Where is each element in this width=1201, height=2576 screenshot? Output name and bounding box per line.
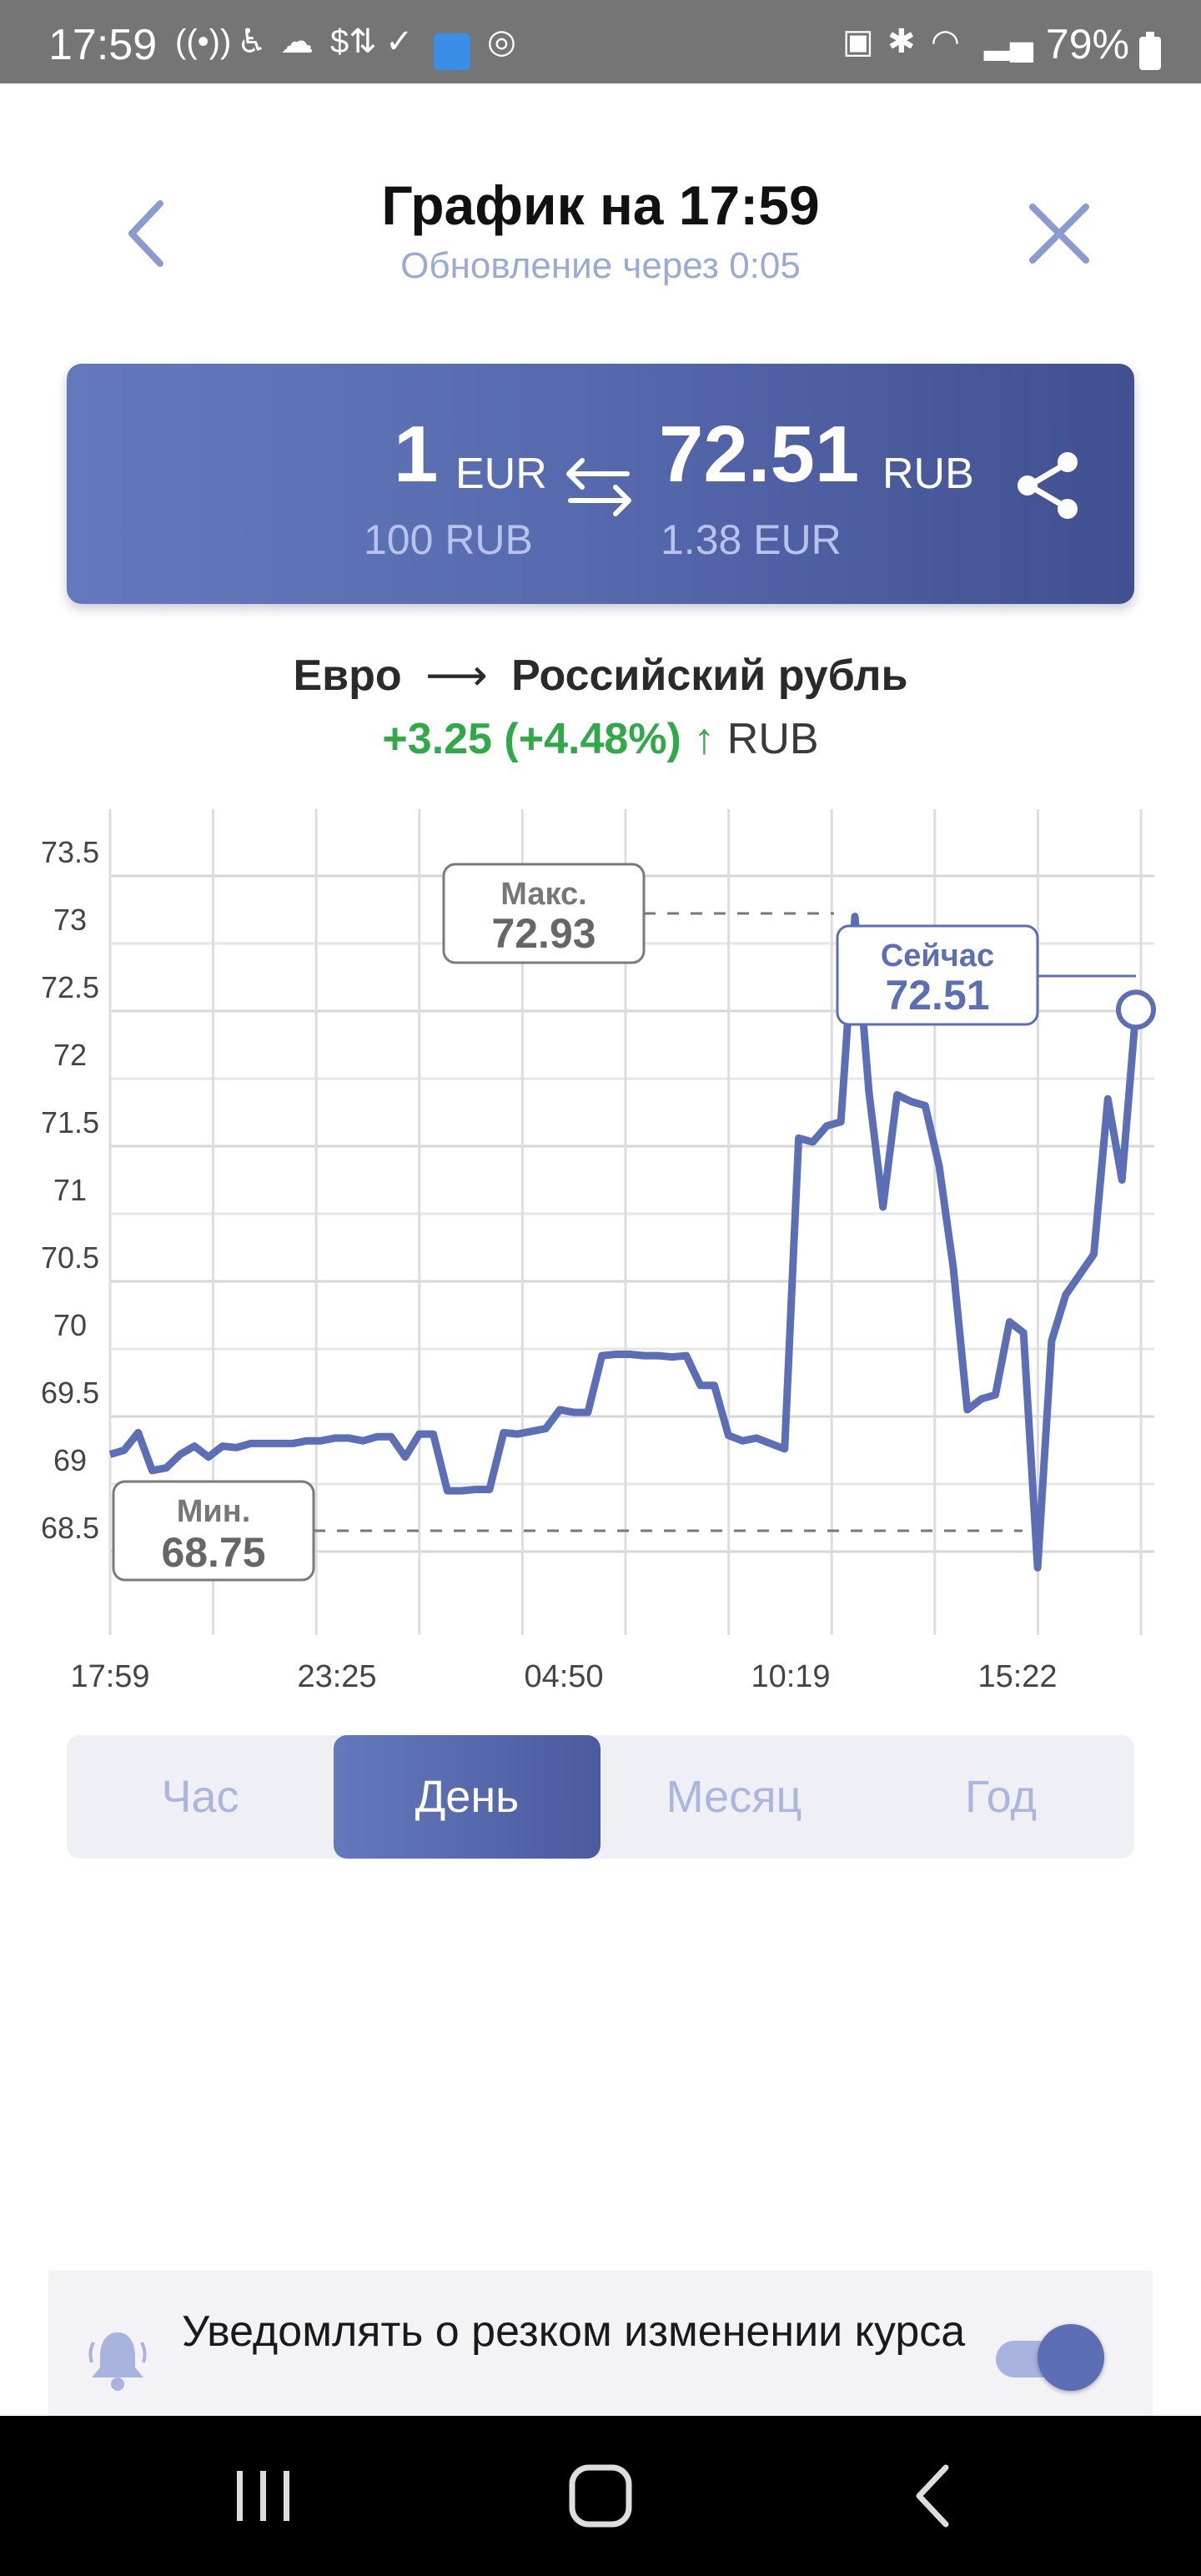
recent-apps-icon[interactable] xyxy=(232,2463,295,2529)
y-tick-label: 73 xyxy=(53,903,87,937)
now-value: 72.51 xyxy=(885,972,989,1019)
y-tick-label: 71 xyxy=(53,1173,87,1207)
toggle-knob xyxy=(1038,2324,1104,2391)
max-marker: Макс. 72.93 xyxy=(442,863,646,964)
close-icon xyxy=(1029,204,1089,264)
notify-label: Уведомлять о резком изменении курса xyxy=(182,2307,966,2356)
battery-saver-icon: ▣ xyxy=(842,23,874,60)
to-amount[interactable]: 72.51 xyxy=(659,409,859,501)
tab-hour[interactable]: Час xyxy=(67,1735,334,1859)
rate-change: +3.25 (+4.48%) ↑ RUB xyxy=(0,714,1201,764)
x-tick-label: 10:19 xyxy=(751,1659,830,1694)
max-label: Макс. xyxy=(500,877,586,912)
notify-row[interactable]: Уведомлять о резком изменении курса xyxy=(48,2271,1153,2418)
y-tick-label: 72.5 xyxy=(41,970,99,1004)
from-currency-name: Евро xyxy=(293,652,402,700)
share-icon[interactable] xyxy=(1013,449,1086,522)
current-point xyxy=(1116,989,1156,1030)
change-currency: RUB xyxy=(726,715,819,763)
range-selector: Час День Месяц Год xyxy=(67,1735,1134,1859)
conversion-card[interactable]: 1 EUR 100 RUB 72.51 RUB 1.38 EUR xyxy=(67,364,1134,604)
bell-icon xyxy=(88,2332,147,2391)
change-value: +3.25 (+4.48%) ↑ xyxy=(382,715,716,763)
y-tick-label: 70.5 xyxy=(41,1240,99,1275)
x-tick-label: 17:59 xyxy=(70,1659,149,1694)
currency-icon: $⇅ xyxy=(330,23,377,60)
swap-icon[interactable] xyxy=(564,454,634,521)
y-tick-label: 68.5 xyxy=(41,1511,99,1545)
min-marker: Мин. 68.75 xyxy=(112,1480,315,1582)
tab-month[interactable]: Месяц xyxy=(600,1735,867,1859)
y-tick-label: 73.5 xyxy=(41,835,99,869)
bluetooth-icon: ✱ xyxy=(887,23,916,60)
to-currency-name: Российский рубль xyxy=(511,652,908,700)
from-currency[interactable]: EUR xyxy=(455,449,547,499)
min-label: Мин. xyxy=(177,1494,251,1529)
home-icon[interactable] xyxy=(564,2463,637,2529)
app-icon xyxy=(434,33,470,70)
rate-chart[interactable]: 73.5 73 72.5 72 71.5 71 70.5 70 69.5 69 68.5 17:59… xyxy=(0,801,1201,1702)
battery-icon xyxy=(1139,32,1161,70)
tab-day[interactable]: День xyxy=(334,1735,600,1859)
notify-toggle[interactable] xyxy=(996,2321,1104,2397)
system-nav-bar xyxy=(0,2416,1201,2576)
close-button[interactable] xyxy=(1018,192,1101,275)
back-nav-icon[interactable] xyxy=(909,2463,959,2529)
y-tick-label: 70 xyxy=(53,1308,87,1342)
arrow-right-icon: ⟶ xyxy=(425,652,488,700)
accessibility-icon: ♿ xyxy=(237,23,267,60)
to-currency[interactable]: RUB xyxy=(882,449,974,499)
hotspot-icon: ((•)) xyxy=(175,23,232,60)
y-tick-label: 72 xyxy=(53,1038,87,1072)
tab-year[interactable]: Год xyxy=(867,1735,1134,1859)
x-tick-label: 23:25 xyxy=(297,1659,376,1694)
x-tick-label: 15:22 xyxy=(977,1659,1057,1694)
from-sub-rate: 100 RUB xyxy=(364,516,533,563)
signal-icon: ▂▄ xyxy=(984,23,1034,60)
status-time: 17:59 xyxy=(48,21,158,69)
now-label: Сейчас xyxy=(881,938,994,974)
currency-pair: Евро ⟶ Российский рубль xyxy=(0,651,1201,701)
status-bar: 17:59 ((•)) ♿ ☁ $⇅ ✓ ◎ ▣ ✱ ◠ ▂▄ 79% xyxy=(0,0,1201,83)
from-amount[interactable]: 1 xyxy=(394,409,438,501)
y-axis: 73.5 73 72.5 72 71.5 71 70.5 70 69.5 69 68.5 xyxy=(41,835,99,1545)
y-tick-label: 69.5 xyxy=(41,1376,99,1410)
cloud-icon: ☁ xyxy=(280,23,314,60)
y-tick-label: 71.5 xyxy=(41,1105,99,1140)
min-value: 68.75 xyxy=(161,1529,265,1576)
to-sub-rate: 1.38 EUR xyxy=(661,516,842,563)
check-icon: ✓ xyxy=(385,23,414,60)
max-value: 72.93 xyxy=(491,910,595,957)
battery-percentage: 79% xyxy=(1045,21,1129,68)
x-axis: 17:59 23:25 04:50 10:19 15:22 xyxy=(70,1659,1057,1694)
shazam-icon: ◎ xyxy=(487,23,516,60)
y-tick-label: 69 xyxy=(53,1443,87,1477)
x-tick-label: 04:50 xyxy=(524,1659,603,1694)
wifi-icon: ◠ xyxy=(931,23,960,60)
